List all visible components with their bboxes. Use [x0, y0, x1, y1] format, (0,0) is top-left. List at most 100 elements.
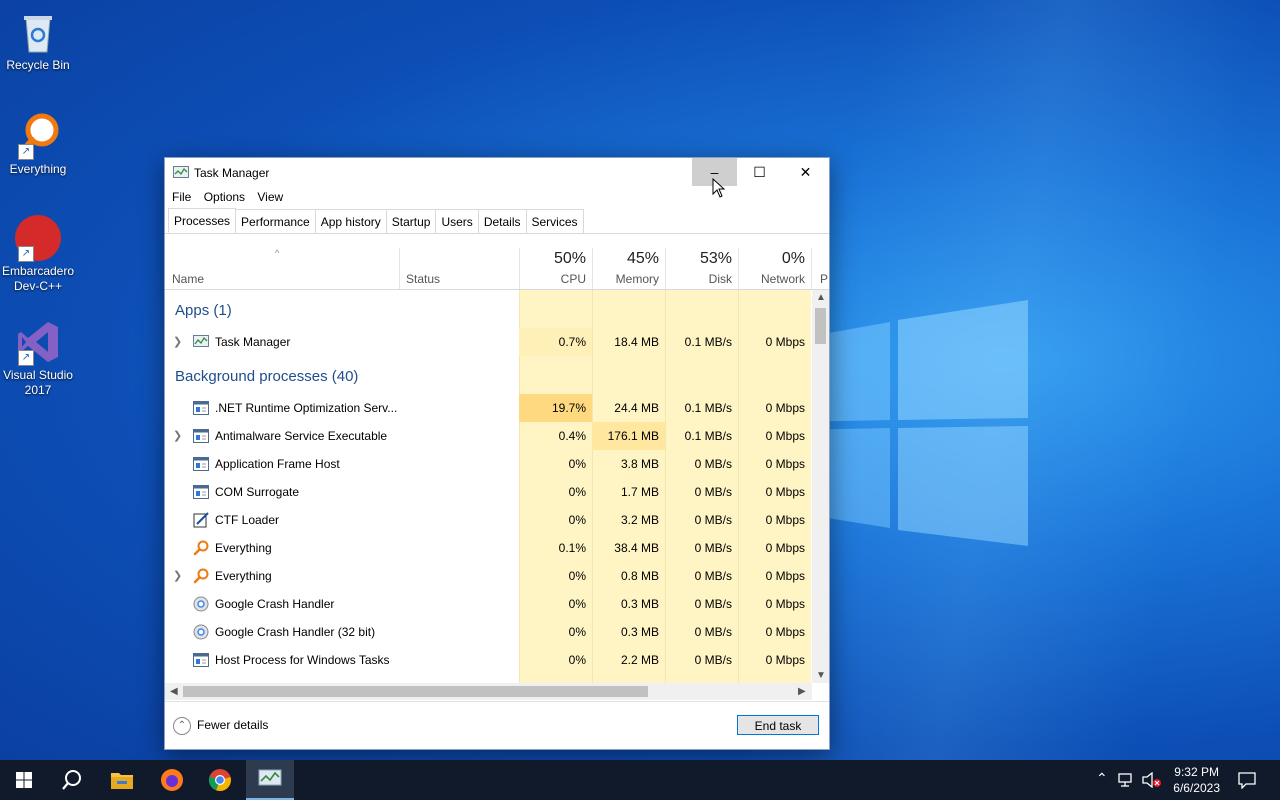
taskbar-task-manager[interactable] [246, 760, 294, 800]
desktop-icon-everything[interactable]: ↗ Everything [0, 112, 76, 177]
vertical-scrollbar[interactable]: ▲ ▼ [812, 290, 829, 683]
fewer-details-button[interactable]: ⌃ Fewer details [173, 717, 268, 735]
mouse-cursor-icon [712, 178, 726, 198]
ctf-icon [193, 512, 209, 528]
menu-view[interactable]: View [257, 186, 288, 208]
expand-chevron-icon[interactable]: ❯ [173, 335, 182, 348]
process-row[interactable]: Host Process for Windows Tasks 0% 2.2 MB 0 … [165, 646, 811, 674]
memory-value: 2.2 MB [620, 653, 659, 667]
process-name: Everything [215, 541, 272, 555]
vertical-scroll-thumb[interactable] [815, 308, 826, 344]
scroll-up-icon[interactable]: ▲ [816, 292, 826, 303]
chevron-up-icon[interactable]: ⌃ [1096, 770, 1108, 787]
taskbar-clock[interactable]: 9:32 PM 6/6/2023 [1173, 764, 1220, 796]
desktop-icon-recycle-bin[interactable]: Recycle Bin [0, 8, 76, 73]
start-button[interactable] [0, 760, 48, 800]
close-button[interactable]: ✕ [783, 158, 828, 186]
memory-value: 0.3 MB [620, 597, 659, 611]
horizontal-scrollbar[interactable]: ◀ ▶ [165, 683, 812, 700]
desktop-icon-devcpp[interactable]: ↗ Embarcadero Dev-C++ [0, 214, 76, 294]
column-header-disk[interactable]: 53% Disk [665, 248, 738, 289]
menu-file[interactable]: File [172, 186, 196, 208]
column-header-name[interactable]: ^ Name [165, 248, 399, 289]
process-row[interactable]: ❯ Antimalware Service Executable 0.4% 176.1… [165, 422, 811, 450]
tab-startup[interactable]: Startup [385, 209, 437, 233]
process-row[interactable]: Application Frame Host 0% 3.8 MB 0 MB/s 0 Mb… [165, 450, 811, 478]
memory-value: 176.1 MB [592, 422, 665, 450]
firefox-icon [161, 769, 183, 791]
clock-date: 6/6/2023 [1173, 781, 1220, 795]
tab-performance[interactable]: Performance [235, 209, 316, 233]
scroll-right-icon[interactable]: ▶ [798, 686, 806, 697]
chrome-icon [208, 769, 231, 792]
taskbar-chrome[interactable] [196, 760, 244, 800]
cpu-value: 0% [568, 513, 586, 527]
group-header-apps[interactable]: Apps (1) [175, 302, 232, 319]
network-value: 0 Mbps [765, 597, 805, 611]
tab-details[interactable]: Details [477, 209, 527, 233]
task-manager-icon [173, 166, 189, 178]
shortcut-arrow-icon: ↗ [18, 246, 34, 262]
expand-chevron-icon[interactable]: ❯ [173, 429, 182, 442]
title-bar[interactable]: Task Manager – ☐ ✕ [165, 158, 829, 186]
cpu-value: 0.1% [558, 541, 586, 555]
recycle-bin-icon [14, 8, 62, 56]
desktop-icon-label: Everything [9, 162, 67, 176]
tab-processes[interactable]: Processes [168, 208, 237, 233]
disk-value: 0.1 MB/s [684, 401, 732, 415]
taskbar-firefox[interactable] [148, 760, 196, 800]
process-row[interactable]: CTF Loader 0% 3.2 MB 0 MB/s 0 Mbps [165, 506, 811, 534]
column-header-network[interactable]: 0% Network [738, 248, 811, 289]
action-center-button[interactable] [1224, 760, 1270, 800]
tab-app-history[interactable]: App history [314, 209, 387, 233]
network-value: 0 Mbps [765, 485, 805, 499]
search-button[interactable] [48, 760, 96, 800]
task-manager-window[interactable]: Task Manager – ☐ ✕ File Options View Pro… [164, 157, 830, 750]
process-row[interactable]: Google Crash Handler 0% 0.3 MB 0 MB/s 0 Mbps [165, 590, 811, 618]
column-header-status[interactable]: Status [399, 248, 519, 289]
network-icon[interactable] [1118, 772, 1136, 788]
memory-value: 3.8 MB [620, 457, 659, 471]
end-task-button[interactable]: End task [737, 715, 819, 735]
network-value: 0 Mbps [765, 625, 805, 639]
menu-options[interactable]: Options [204, 186, 250, 208]
service-icon [193, 484, 209, 500]
process-row-partial[interactable] [165, 674, 811, 683]
tab-users[interactable]: Users [435, 209, 479, 233]
everything-icon [193, 540, 209, 556]
process-row[interactable]: Everything 0.1% 38.4 MB 0 MB/s 0 Mbps [165, 534, 811, 562]
process-row[interactable]: COM Surrogate 0% 1.7 MB 0 MB/s 0 Mbps [165, 478, 811, 506]
desktop-icon-visual-studio[interactable]: ↗ Visual Studio 2017 [0, 318, 76, 398]
cpu-value: 0% [568, 457, 586, 471]
disk-value: 0 MB/s [694, 597, 732, 611]
cpu-value: 0% [568, 625, 586, 639]
scroll-left-icon[interactable]: ◀ [170, 686, 178, 697]
desktop-icon-label: Visual Studio 2017 [3, 368, 73, 397]
memory-value: 3.2 MB [620, 513, 659, 527]
devcpp-icon: ↗ [14, 214, 62, 262]
memory-value: 24.4 MB [614, 401, 659, 415]
everything-icon: ↗ [14, 112, 62, 160]
process-list: Apps (1) Background processes (40) ❯ Task… [165, 290, 811, 683]
process-row[interactable]: ❯ Everything 0% 0.8 MB 0 MB/s 0 Mbps [165, 562, 811, 590]
process-row[interactable]: .NET Runtime Optimization Serv... 19.7% 24… [165, 394, 811, 422]
volume-muted-icon[interactable] [1142, 772, 1162, 788]
app-row[interactable]: ❯ Task Manager 0.7% 18.4 MB 0.1 MB/s 0 Mbps [165, 328, 811, 356]
process-row[interactable]: Google Crash Handler (32 bit) 0% 0.3 MB 0 M… [165, 618, 811, 646]
taskbar-file-explorer[interactable] [98, 760, 146, 800]
scroll-down-icon[interactable]: ▼ [816, 670, 826, 681]
everything-icon [193, 568, 209, 584]
notification-icon [1238, 772, 1256, 789]
group-header-background[interactable]: Background processes (40) [175, 368, 358, 385]
column-header-power[interactable]: P [811, 248, 829, 289]
tab-services[interactable]: Services [525, 209, 584, 233]
network-value: 0 Mbps [765, 457, 805, 471]
expand-chevron-icon[interactable]: ❯ [173, 569, 182, 582]
clock-time: 9:32 PM [1174, 765, 1219, 779]
maximize-button[interactable]: ☐ [737, 158, 782, 186]
cpu-value: 0.7% [519, 328, 592, 356]
column-header-cpu[interactable]: 50% CPU [519, 248, 592, 289]
column-header-memory[interactable]: 45% Memory [592, 248, 665, 289]
service-icon [193, 456, 209, 472]
horizontal-scroll-thumb[interactable] [183, 686, 648, 697]
